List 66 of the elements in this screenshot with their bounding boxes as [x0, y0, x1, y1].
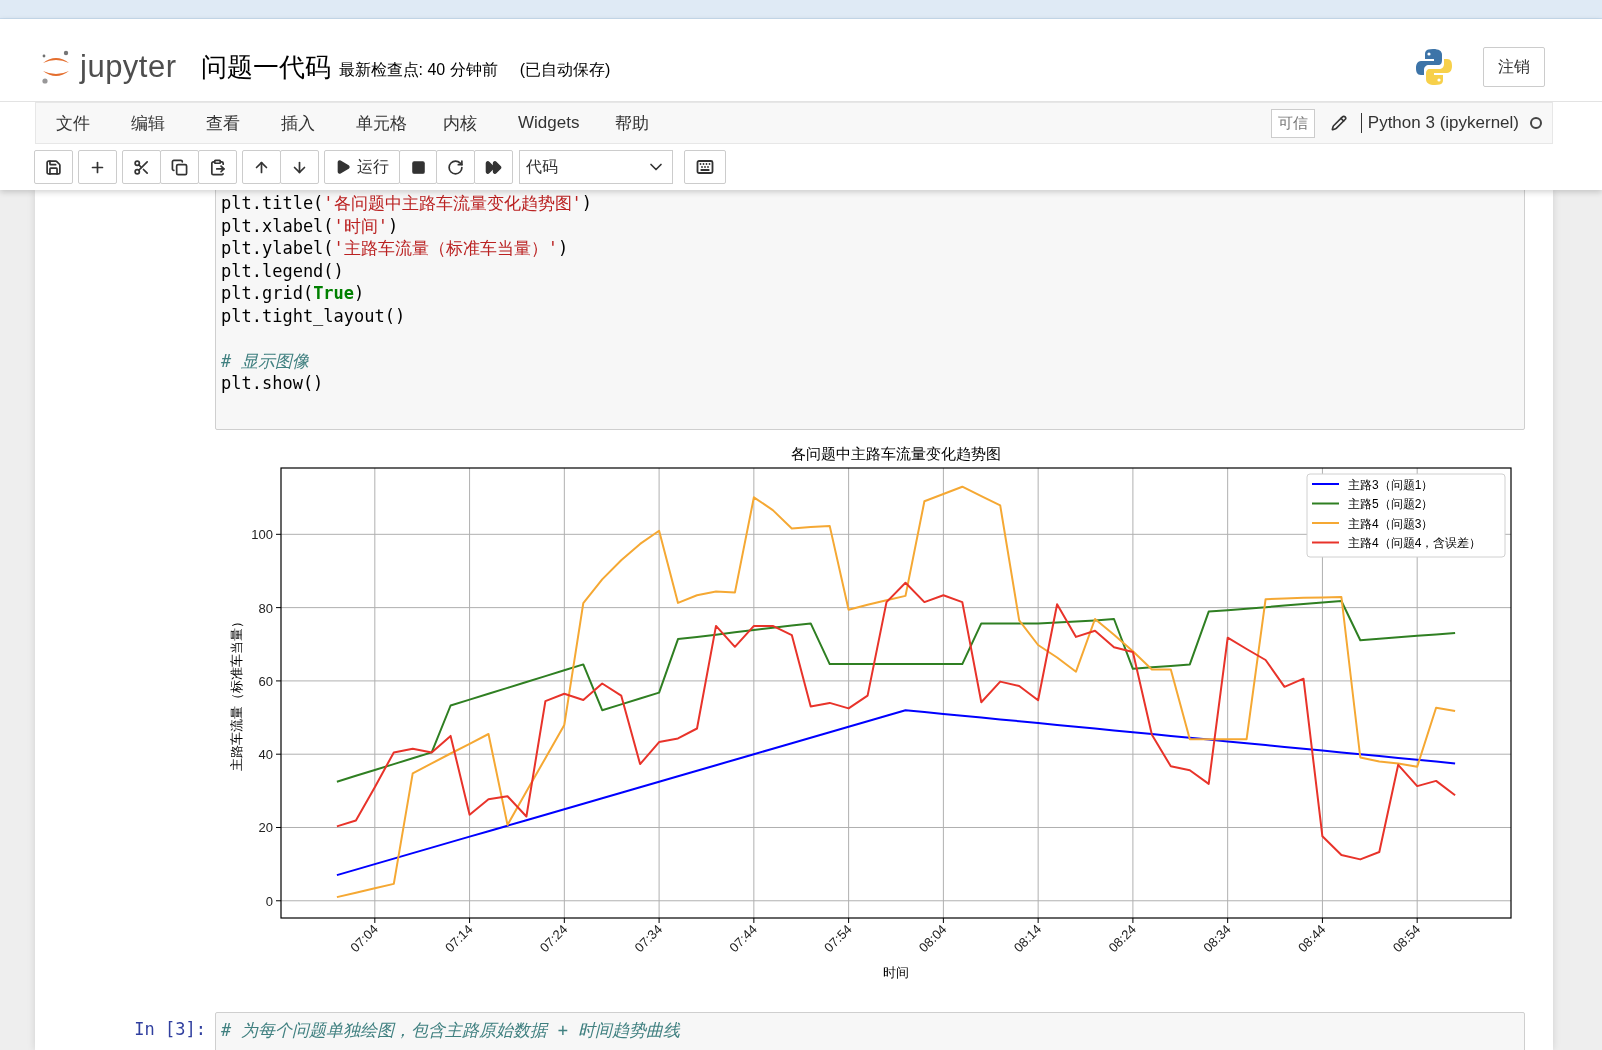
restart-button[interactable] [436, 150, 475, 184]
save-icon [45, 158, 62, 176]
legend-swatch [1311, 521, 1340, 524]
code-line: plt.title('各问题中主路车流量变化趋势图') [221, 192, 593, 215]
menu-item[interactable]: 编辑 [113, 111, 188, 135]
kernel-name: Python 3 (ipykernel) [1360, 113, 1519, 133]
copy-icon [171, 158, 188, 176]
menu-item[interactable]: 文件 [38, 111, 113, 135]
autosave-status: (已自动保存) [519, 59, 611, 80]
code-cell[interactable]: plt.title('各问题中主路车流量变化趋势图') plt.xlabel('时间') plt.ylabel('主路车流量（标准车当量）') plt.legend() plt.grid(True) plt.tight_layout() # 显示图像 plt.show() [215, 190, 1525, 430]
move-down-button[interactable] [280, 150, 319, 184]
add-cell-button[interactable] [78, 150, 117, 184]
cell-prompt: In [3]: [133, 1017, 207, 1041]
scissors-icon [133, 158, 150, 176]
code-line: # 显示图像 [221, 349, 310, 372]
legend-label: 主路4（问题4，含误差） [1348, 535, 1482, 550]
paste-button[interactable] [198, 150, 237, 184]
save-button[interactable] [34, 150, 73, 184]
menu-item[interactable]: 查看 [188, 111, 263, 135]
paste-icon [209, 158, 226, 176]
code-line: plt.grid(True) [221, 282, 365, 305]
code-line: # 为每个问题单独绘图，包含主路原始数据 + 时间趋势曲线 [221, 1018, 681, 1041]
stop-button[interactable] [399, 150, 437, 184]
code-line: plt.legend() [221, 259, 344, 282]
run-all-button[interactable] [474, 150, 513, 184]
logout-button[interactable]: 注销 [1483, 47, 1545, 87]
fast-forward-icon [485, 158, 502, 176]
tick-label: 100 [251, 526, 273, 542]
menu-item[interactable]: Widgets [500, 113, 598, 133]
legend-label: 主路4（问题3） [1348, 516, 1434, 530]
chart-title: 各问题中主路车流量变化趋势图 [791, 444, 1001, 462]
code-line: plt.ylabel('主路车流量（标准车当量）') [221, 237, 569, 260]
cut-button[interactable] [122, 150, 161, 184]
legend-label: 主路5（问题2） [1348, 496, 1434, 511]
tick-label: 0 [265, 893, 273, 909]
menu-item[interactable]: 插入 [263, 111, 338, 135]
logo-icon [1415, 48, 1453, 86]
legend-label: 主路3（问题1） [1348, 477, 1434, 491]
restart-icon [447, 158, 464, 176]
cell-type-select[interactable]: 代码 [519, 150, 673, 184]
tick-label: 20 [258, 820, 273, 835]
menu-item[interactable]: 单元格 [338, 111, 425, 135]
axis-label: 时间 [883, 964, 909, 980]
code-line: plt.xlabel('时间') [221, 214, 399, 237]
menu-item[interactable]: 内核 [425, 111, 500, 135]
pencil-icon[interactable] [1330, 115, 1347, 131]
code-line: plt.show() [221, 372, 324, 395]
code-line: plt.tight_layout() [221, 304, 406, 327]
checkpoint-text: 最新检查点: 40 分钟前 [338, 59, 498, 80]
keyboard-button[interactable] [684, 150, 726, 184]
axis-label: 主路车流量（标准车当量） [229, 614, 244, 771]
run-button[interactable]: 运行 [324, 150, 400, 184]
play-icon [335, 159, 351, 175]
stop-icon [410, 159, 426, 175]
legend-swatch [1311, 482, 1340, 485]
tick-label: 60 [258, 673, 273, 689]
move-up-button[interactable] [242, 150, 281, 184]
tick-label: 80 [258, 600, 273, 616]
code-cell[interactable]: # 为每个问题单独绘图，包含主路原始数据 + 时间趋势曲线 [215, 1011, 1525, 1050]
copy-button[interactable] [160, 150, 199, 184]
keyboard-icon [696, 158, 714, 176]
menu-item[interactable]: 帮助 [597, 111, 673, 135]
tick-label: 40 [258, 746, 273, 762]
logo-text: jupyter [80, 49, 177, 85]
notebook-title[interactable]: 问题一代码 [200, 49, 331, 85]
trusted-badge[interactable]: 可信 [1270, 108, 1315, 138]
